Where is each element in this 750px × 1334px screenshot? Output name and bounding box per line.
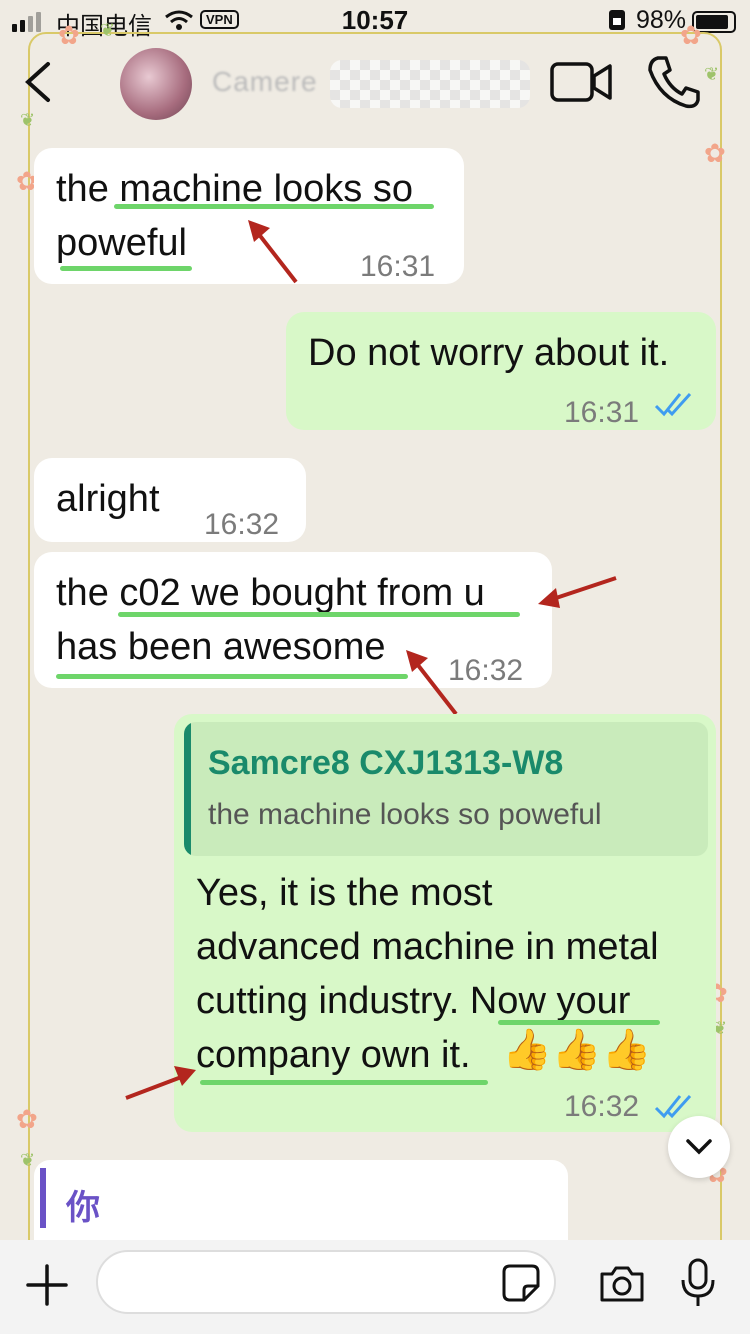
message-text: Yes, it is the most bbox=[196, 872, 493, 914]
annotation-arrow-icon bbox=[406, 650, 458, 716]
message-time: 16:31 bbox=[360, 250, 436, 283]
highlight-underline bbox=[114, 204, 434, 209]
reply-preview-text: 你 bbox=[66, 1188, 100, 1228]
quote-accent-bar bbox=[184, 722, 191, 856]
contact-avatar[interactable] bbox=[120, 48, 192, 120]
highlight-underline bbox=[498, 1020, 660, 1025]
message-time: 16:31 bbox=[564, 396, 640, 429]
battery-percentage: 98% bbox=[635, 6, 686, 34]
quoted-text: the machine looks so poweful bbox=[208, 798, 602, 831]
chevron-down-icon bbox=[686, 1139, 712, 1155]
flower-decoration-icon: ✿ bbox=[16, 1104, 38, 1134]
message-time: 16:32 bbox=[564, 1090, 640, 1123]
lock-rotation-icon bbox=[609, 10, 625, 30]
camera-icon[interactable] bbox=[598, 1264, 646, 1304]
reply-accent-bar bbox=[40, 1168, 46, 1228]
highlight-underline bbox=[200, 1080, 488, 1085]
highlight-underline bbox=[60, 266, 192, 271]
highlight-underline bbox=[56, 674, 408, 679]
message-text: Do not worry about it. bbox=[308, 332, 670, 374]
message-input[interactable] bbox=[96, 1250, 556, 1314]
scroll-to-bottom-button[interactable] bbox=[668, 1116, 730, 1178]
microphone-icon[interactable] bbox=[680, 1258, 716, 1308]
message-bubble-outgoing[interactable]: Do not worry about it. 16:31 bbox=[286, 312, 716, 430]
leaf-decoration-icon: ❦ bbox=[100, 20, 116, 40]
leaf-decoration-icon: ❦ bbox=[20, 1150, 36, 1170]
read-receipt-icon bbox=[654, 392, 692, 417]
annotation-arrow-icon bbox=[538, 576, 617, 608]
reply-preview[interactable]: 你 bbox=[34, 1160, 568, 1240]
message-time: 16:32 bbox=[204, 508, 280, 541]
annotation-arrow-icon bbox=[125, 1066, 196, 1100]
quoted-message[interactable]: Samcre8 CXJ1313-W8 the machine looks so … bbox=[184, 722, 708, 856]
composer-bar bbox=[0, 1240, 750, 1334]
thumbs-up-emoji: 👍👍👍 bbox=[502, 1028, 652, 1072]
annotation-arrow-icon bbox=[248, 220, 298, 284]
message-bubble-incoming[interactable]: alright 16:32 bbox=[34, 458, 306, 542]
redacted-contact-info bbox=[330, 60, 530, 108]
quoted-sender-name: Samcre8 CXJ1313-W8 bbox=[208, 744, 564, 782]
back-arrow-icon[interactable] bbox=[16, 58, 64, 106]
flower-decoration-icon: ✿ bbox=[704, 138, 726, 168]
plus-icon[interactable] bbox=[24, 1262, 70, 1308]
message-text: advanced machine in metal bbox=[196, 926, 659, 968]
phone-call-icon[interactable] bbox=[646, 54, 702, 110]
contact-name[interactable]: Camere bbox=[212, 66, 318, 98]
highlight-underline bbox=[118, 612, 520, 617]
sticker-icon[interactable] bbox=[502, 1264, 540, 1302]
chat-header: Camere bbox=[0, 40, 750, 130]
message-bubble-incoming[interactable]: the c02 we bought from u has been awesom… bbox=[34, 552, 552, 688]
video-call-icon[interactable] bbox=[550, 60, 612, 104]
read-receipt-icon bbox=[654, 1094, 692, 1119]
